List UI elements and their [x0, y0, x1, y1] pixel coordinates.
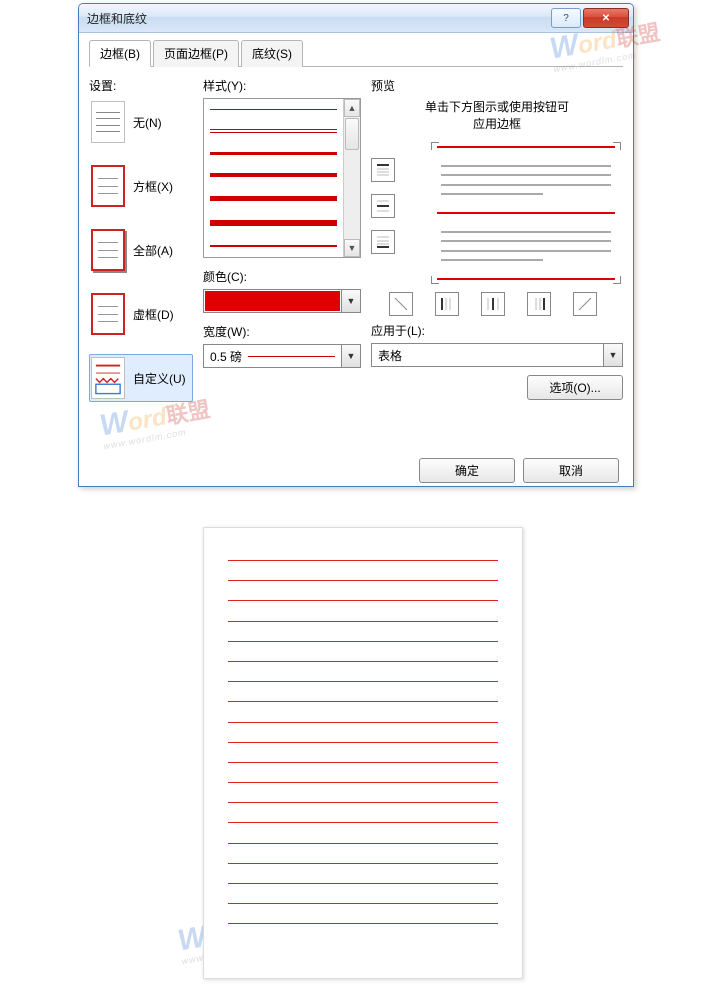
borders-shading-dialog: 边框和底纹 ? ✕ 边框(B) 页面边框(P) 底纹(S) 设置: 无(N) — [78, 3, 634, 487]
preview-left-border-button[interactable] — [435, 292, 459, 316]
setting-custom-label: 自定义(U) — [133, 370, 186, 387]
preview-hmid-border-button[interactable] — [371, 194, 395, 218]
tab-page-border[interactable]: 页面边框(P) — [153, 40, 239, 67]
color-dropdown-icon[interactable]: ▼ — [341, 290, 360, 312]
close-button[interactable]: ✕ — [583, 8, 629, 28]
preview-diag-up-button[interactable] — [573, 292, 597, 316]
settings-label: 设置: — [89, 77, 193, 94]
setting-grid-icon — [91, 293, 125, 335]
tab-strip: 边框(B) 页面边框(P) 底纹(S) — [89, 39, 623, 67]
color-combo[interactable]: ▼ — [203, 289, 361, 313]
preview-label: 预览 — [371, 77, 623, 94]
color-swatch — [205, 291, 340, 311]
width-value: 0.5 磅 — [210, 348, 242, 365]
scroll-up-icon[interactable]: ▲ — [344, 99, 360, 117]
style-listbox[interactable]: ▲ ▼ — [203, 98, 361, 258]
setting-custom-icon — [91, 357, 125, 399]
preview-top-border-button[interactable] — [371, 158, 395, 182]
setting-all-label: 全部(A) — [133, 242, 173, 259]
preview-right-border-button[interactable] — [527, 292, 551, 316]
scroll-thumb[interactable] — [345, 118, 359, 150]
titlebar[interactable]: 边框和底纹 ? ✕ — [79, 4, 633, 33]
setting-all-icon — [91, 229, 125, 271]
preview-bottom-border-button[interactable] — [371, 230, 395, 254]
result-page-preview — [203, 527, 523, 979]
help-button[interactable]: ? — [551, 8, 581, 28]
width-dropdown-icon[interactable]: ▼ — [341, 345, 360, 367]
preview-hint: 单击下方图示或使用按钮可 应用边框 — [371, 98, 623, 132]
setting-grid-label: 虚框(D) — [133, 306, 174, 323]
style-scrollbar[interactable]: ▲ ▼ — [343, 99, 360, 257]
setting-custom[interactable]: 自定义(U) — [89, 354, 193, 402]
color-label: 颜色(C): — [203, 268, 361, 285]
setting-all[interactable]: 全部(A) — [89, 226, 193, 274]
setting-none[interactable]: 无(N) — [89, 98, 193, 146]
tab-shading[interactable]: 底纹(S) — [241, 40, 303, 67]
scroll-down-icon[interactable]: ▼ — [344, 239, 360, 257]
preview-diag-down-button[interactable] — [389, 292, 413, 316]
dialog-title: 边框和底纹 — [87, 10, 549, 27]
ok-button[interactable]: 确定 — [419, 458, 515, 483]
style-items — [204, 99, 343, 257]
style-label: 样式(Y): — [203, 77, 361, 94]
apply-combo[interactable]: 表格 ▼ — [371, 343, 623, 367]
preview-vmid-border-button[interactable] — [481, 292, 505, 316]
apply-value: 表格 — [378, 347, 402, 364]
width-combo[interactable]: 0.5 磅 ▼ — [203, 344, 361, 368]
apply-label: 应用于(L): — [371, 322, 623, 339]
apply-dropdown-icon[interactable]: ▼ — [603, 344, 622, 366]
setting-box-label: 方框(X) — [133, 178, 173, 195]
setting-none-label: 无(N) — [133, 114, 162, 131]
width-sample-line — [248, 356, 335, 357]
options-button[interactable]: 选项(O)... — [527, 375, 623, 400]
tab-borders[interactable]: 边框(B) — [89, 40, 151, 67]
setting-none-icon — [91, 101, 125, 143]
setting-box[interactable]: 方框(X) — [89, 162, 193, 210]
setting-grid[interactable]: 虚框(D) — [89, 290, 193, 338]
setting-box-icon — [91, 165, 125, 207]
preview-diagram[interactable] — [401, 142, 623, 284]
width-label: 宽度(W): — [203, 323, 361, 340]
cancel-button[interactable]: 取消 — [523, 458, 619, 483]
